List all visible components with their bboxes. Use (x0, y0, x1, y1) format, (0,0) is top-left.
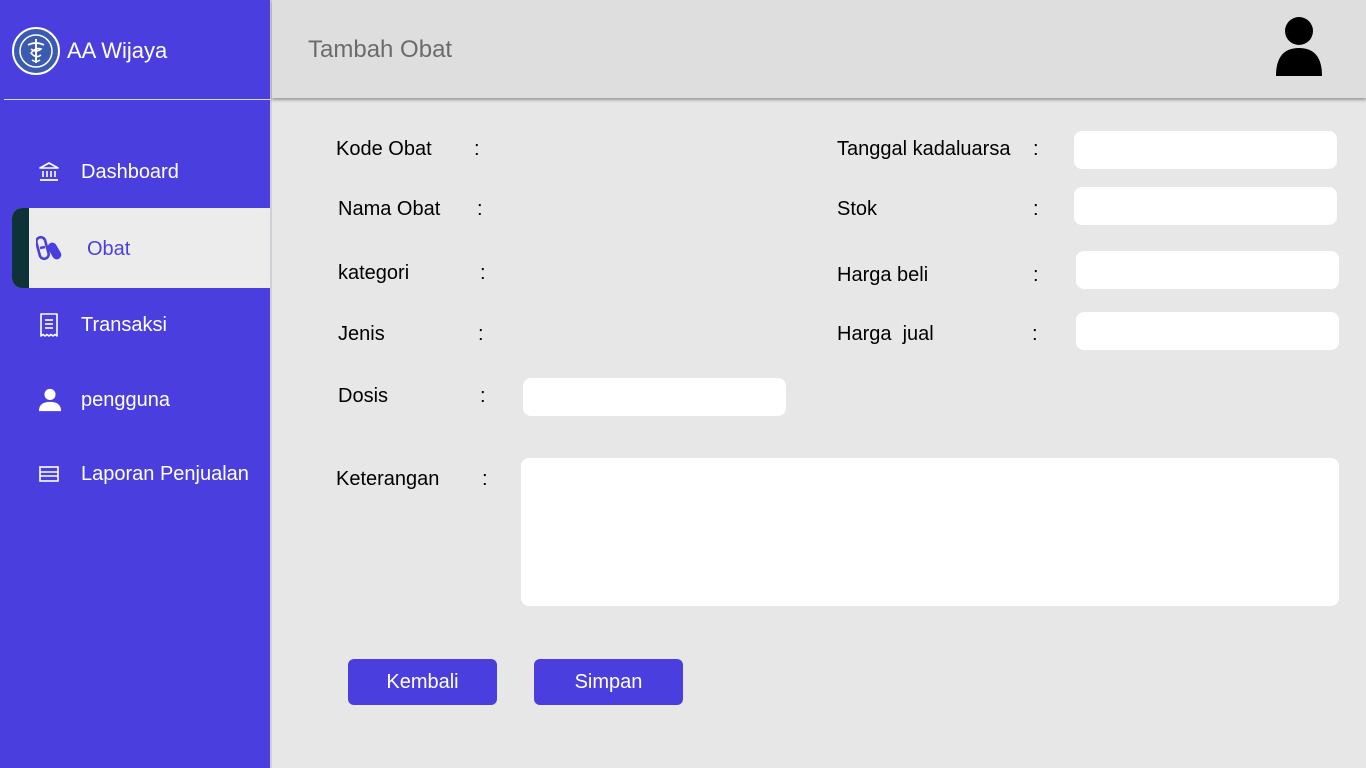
pills-icon (35, 234, 64, 262)
kode-obat-label: Kode Obat (336, 138, 432, 160)
user-icon (38, 388, 62, 412)
active-indicator (12, 208, 29, 288)
stok-field[interactable] (1074, 187, 1337, 225)
harga-jual-colon: : (1032, 323, 1038, 345)
harga-jual-field[interactable] (1076, 312, 1339, 350)
stok-label: Stok (837, 198, 878, 220)
header: Tambah Obat (272, 0, 1366, 98)
report-icon (37, 462, 61, 486)
kategori-colon: : (480, 262, 486, 284)
sidebar-item-dashboard[interactable]: Dashboard (0, 152, 270, 192)
jenis-colon: : (478, 323, 484, 345)
dosis-field[interactable] (523, 378, 786, 416)
keterangan-colon: : (482, 468, 488, 490)
tanggal-kadaluarsa-label: Tanggal kadaluarsa (837, 138, 1011, 160)
harga-beli-colon: : (1033, 264, 1039, 286)
nama-obat-colon: : (477, 198, 483, 220)
sidebar-item-obat[interactable]: Obat (12, 208, 271, 288)
harga-jual-label: Harga jual (837, 323, 934, 345)
jenis-label: Jenis (338, 323, 385, 345)
sidebar-item-label: pengguna (81, 388, 170, 411)
sidebar-item-pengguna[interactable]: pengguna (0, 380, 270, 420)
brand[interactable]: AA Wijaya (12, 26, 167, 76)
keterangan-textarea[interactable] (521, 458, 1339, 606)
bank-icon (37, 160, 61, 184)
brand-name: AA Wijaya (67, 38, 168, 63)
nama-obat-label: Nama Obat (338, 198, 441, 220)
sidebar-divider (270, 0, 272, 768)
sidebar-item-label: Transaksi (81, 313, 167, 336)
tanggal-kadaluarsa-field[interactable] (1074, 131, 1337, 169)
sidebar: AA Wijaya Dashboard Obat Transaksi pengg… (0, 0, 271, 768)
tanggal-kadaluarsa-colon: : (1033, 138, 1039, 160)
sidebar-item-transaksi[interactable]: Transaksi (0, 305, 270, 345)
sidebar-item-label: Dashboard (81, 160, 179, 183)
sidebar-item-label: Laporan Penjualan (81, 462, 249, 485)
harga-beli-field[interactable] (1076, 251, 1339, 289)
dosis-colon: : (480, 385, 486, 407)
brand-divider (4, 99, 270, 100)
sidebar-item-label: Obat (87, 238, 131, 260)
dosis-label: Dosis (338, 385, 389, 407)
harga-beli-label: Harga beli (837, 264, 929, 286)
keterangan-label: Keterangan (336, 468, 440, 490)
user-avatar-icon[interactable] (1272, 16, 1326, 78)
save-button[interactable]: Simpan (534, 659, 683, 705)
sidebar-item-laporan-penjualan[interactable]: Laporan Penjualan (0, 454, 270, 494)
page-title: Tambah Obat (308, 36, 453, 63)
caduceus-logo-icon (12, 27, 60, 75)
back-button[interactable]: Kembali (348, 659, 497, 705)
kategori-label: kategori (338, 262, 410, 284)
kode-obat-colon: : (474, 138, 480, 160)
receipt-icon (37, 313, 61, 337)
stok-colon: : (1033, 198, 1039, 220)
